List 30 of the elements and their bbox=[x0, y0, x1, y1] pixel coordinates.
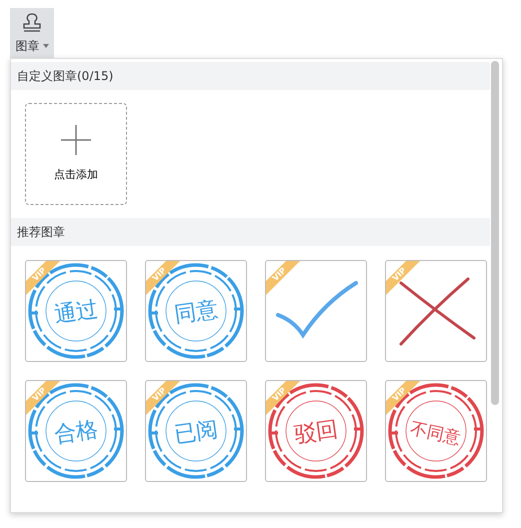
stamp-tile[interactable]: 同意 VIP bbox=[145, 260, 247, 362]
vip-ribbon: VIP bbox=[26, 261, 60, 295]
vip-ribbon: VIP bbox=[266, 261, 300, 295]
stamp-tile[interactable]: 已阅 VIP bbox=[145, 380, 247, 482]
section-header: 推荐图章 bbox=[11, 218, 490, 246]
plus-icon bbox=[61, 124, 91, 155]
stamp-text: 已阅 bbox=[172, 417, 220, 448]
scrollbar-thumb[interactable] bbox=[491, 61, 499, 405]
vip-ribbon: VIP bbox=[26, 381, 60, 415]
section-header: 自定义图章(0/15) bbox=[11, 62, 490, 90]
stamp-text: 合格 bbox=[52, 417, 100, 448]
stamp-text: 同意 bbox=[172, 297, 220, 328]
caret-icon bbox=[42, 44, 48, 48]
stamp-text: 通过 bbox=[52, 297, 100, 328]
stamp-tile[interactable]: 合格 VIP bbox=[25, 380, 127, 482]
stamp-text: 驳回 bbox=[292, 417, 340, 448]
stamp-tile[interactable]: VIP bbox=[265, 260, 367, 362]
stamp-tile[interactable]: 通过 VIP bbox=[25, 260, 127, 362]
stamp-text: 不同意 bbox=[408, 418, 462, 450]
vip-ribbon: VIP bbox=[386, 261, 420, 295]
stamp-button[interactable]: 图章 bbox=[10, 8, 54, 58]
vip-ribbon: VIP bbox=[146, 381, 180, 415]
stamp-tile[interactable]: 不同意 VIP bbox=[385, 380, 487, 482]
stamp-tile[interactable]: VIP bbox=[385, 260, 487, 362]
vip-ribbon: VIP bbox=[266, 381, 300, 415]
vip-ribbon: VIP bbox=[146, 261, 180, 295]
stamp-icon bbox=[21, 12, 43, 34]
add-stamp-button[interactable]: 点击添加 bbox=[25, 103, 127, 205]
stamp-tile[interactable]: 驳回 VIP bbox=[265, 380, 367, 482]
vip-ribbon: VIP bbox=[386, 381, 420, 415]
